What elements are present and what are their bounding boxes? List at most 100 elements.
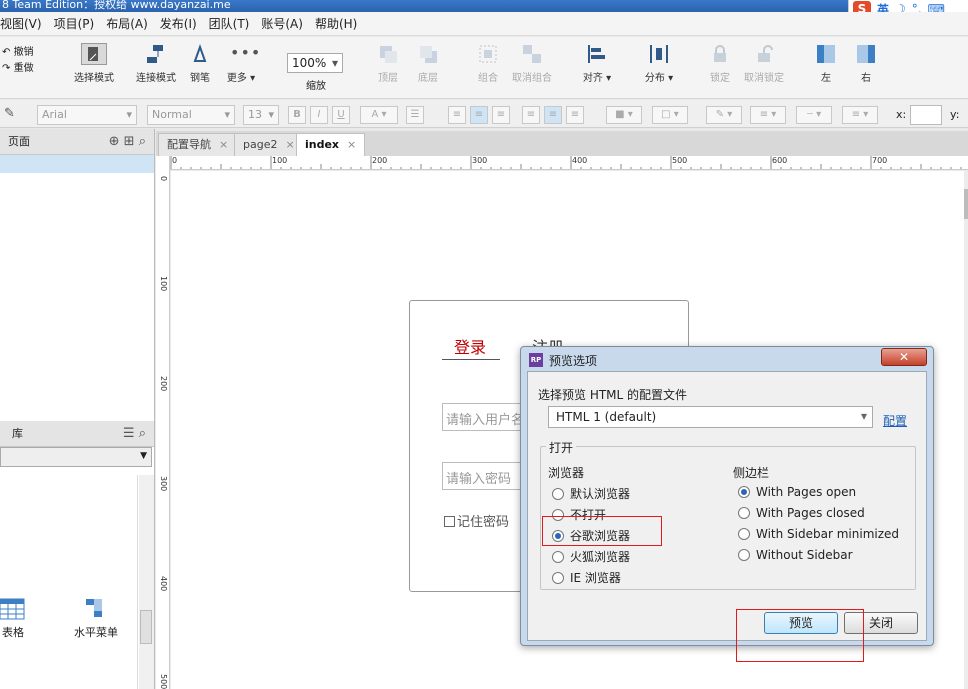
login-tab[interactable]: 登录 xyxy=(454,334,486,358)
format-toolbar: ✎ Arial Normal 13 B I U A ▾ ☰ ≡ ≡ ≡ ≡ ≡ … xyxy=(0,100,968,128)
font-color-button[interactable]: A ▾ xyxy=(360,106,398,124)
menu-layout[interactable]: 布局(A) xyxy=(100,15,154,32)
radio-icon xyxy=(552,488,564,500)
fill-color-button[interactable]: ■ ▾ xyxy=(606,106,642,124)
bring-to-top-button[interactable]: 顶层 xyxy=(376,43,400,84)
align-left-button[interactable]: ≡ xyxy=(448,106,466,124)
radio-firefox[interactable]: 火狐浏览器 xyxy=(552,548,630,565)
canvas-scrollbar[interactable] xyxy=(964,171,968,689)
style-paint-icon[interactable]: ✎ xyxy=(4,106,15,121)
line-style-button[interactable]: ┄ ▾ xyxy=(796,106,832,124)
distribute-button[interactable]: 分布 ▾ xyxy=(644,43,674,84)
more-button[interactable]: ••• 更多 ▾ xyxy=(226,43,262,84)
radio-pages-closed[interactable]: With Pages closed xyxy=(738,506,865,520)
library-select[interactable] xyxy=(0,447,152,467)
connect-mode-button[interactable]: 连接模式 xyxy=(134,43,178,84)
x-input[interactable] xyxy=(910,105,942,125)
close-icon[interactable]: × xyxy=(285,138,294,151)
add-page-icon[interactable]: ⊕ xyxy=(109,134,120,149)
search-icon[interactable]: ⌕ xyxy=(139,134,146,149)
login-tab-underline xyxy=(442,359,500,360)
line-color-button[interactable]: ✎ ▾ xyxy=(706,106,742,124)
valign-bottom-icon: ≡ xyxy=(570,109,580,120)
italic-button[interactable]: I xyxy=(310,106,328,124)
radio-icon xyxy=(738,507,750,519)
align-center-icon: ≡ xyxy=(474,109,484,120)
radio-sidebar-minimized[interactable]: With Sidebar minimized xyxy=(738,527,899,541)
line-width-button[interactable]: ≡ ▾ xyxy=(750,106,786,124)
config-select[interactable]: HTML 1 (default) xyxy=(548,406,873,428)
radio-ie[interactable]: IE 浏览器 xyxy=(552,569,621,586)
valign-middle-button[interactable]: ≡ xyxy=(544,106,562,124)
underline-button[interactable]: U xyxy=(332,106,350,124)
menu-account[interactable]: 账号(A) xyxy=(255,15,309,32)
scrollbar-thumb[interactable] xyxy=(140,610,152,644)
align-right-button[interactable]: ≡ xyxy=(492,106,510,124)
menu-help[interactable]: 帮助(H) xyxy=(309,15,363,32)
valign-top-button[interactable]: ≡ xyxy=(522,106,540,124)
ruler-label: 200 xyxy=(159,376,168,392)
close-icon[interactable]: × xyxy=(219,138,228,151)
tab-index[interactable]: index × xyxy=(296,133,366,156)
menu-icon[interactable]: ☰ xyxy=(123,426,135,441)
more-icon: ••• xyxy=(230,43,262,62)
remember-password-checkbox[interactable]: 记住密码 xyxy=(444,511,509,530)
radio-pages-open[interactable]: With Pages open xyxy=(738,485,856,499)
selected-page-row[interactable] xyxy=(0,155,154,173)
radio-default-browser[interactable]: 默认浏览器 xyxy=(552,485,630,502)
pages-title: 页面 xyxy=(8,135,30,148)
undo-button[interactable]: ↶ 撤销 xyxy=(2,45,34,61)
library-item-table[interactable]: 表格 xyxy=(0,597,28,640)
send-to-bottom-button[interactable]: 底层 xyxy=(416,43,440,84)
bold-button[interactable]: B xyxy=(288,106,306,124)
search-icon[interactable]: ⌕ xyxy=(139,426,146,441)
shadow-icon: □ ▾ xyxy=(661,109,679,120)
ruler-label: 300 xyxy=(159,476,168,492)
library-scrollbar[interactable] xyxy=(139,475,154,689)
lock-button[interactable]: 锁定 xyxy=(708,43,732,84)
unlock-button[interactable]: 取消锁定 xyxy=(744,43,784,84)
dialog-close-button[interactable]: ✕ xyxy=(881,348,927,366)
zoom-label: 缩放 xyxy=(306,81,326,92)
select-mode-button[interactable]: 选择模式 xyxy=(64,43,124,84)
zoom-select[interactable]: 100% ▾ xyxy=(287,53,343,73)
unlock-icon xyxy=(753,43,775,65)
menu-team[interactable]: 团队(T) xyxy=(203,15,256,32)
scrollbar-thumb[interactable] xyxy=(964,189,968,219)
close-icon[interactable]: × xyxy=(347,138,356,151)
font-family-select[interactable]: Arial xyxy=(37,105,137,125)
pen-button[interactable]: 钢笔 xyxy=(188,43,212,84)
font-style-select[interactable]: Normal xyxy=(147,105,235,125)
arrow-style-button[interactable]: ≡ ▾ xyxy=(842,106,878,124)
menu-project[interactable]: 项目(P) xyxy=(48,15,101,32)
highlight-box-preview xyxy=(736,609,864,662)
ruler-label: 700 xyxy=(872,156,888,165)
panel-left-icon xyxy=(815,43,837,65)
library-item-horizontal-menu[interactable]: 水平菜单 xyxy=(72,597,120,640)
bullet-list-button[interactable]: ☰ xyxy=(406,106,424,124)
dock-right-button[interactable]: 右 xyxy=(854,43,878,84)
menu-view[interactable]: 视图(V) xyxy=(0,15,48,32)
tab-page2[interactable]: page2 × xyxy=(234,133,304,156)
add-folder-icon[interactable]: ⊞ xyxy=(124,134,135,149)
ungroup-button[interactable]: 取消组合 xyxy=(512,43,552,84)
left-panel: 页面 ⊕ ⊞ ⌕ 库 ☰ ⌕ 表格 水平菜单 xyxy=(0,129,155,689)
ruler-label: 500 xyxy=(672,156,688,165)
vertical-ruler: 0 100 200 300 400 500 xyxy=(156,156,170,689)
align-center-button[interactable]: ≡ xyxy=(470,106,488,124)
window-title: 8 Team Edition：授权给 www.dayanzai.me xyxy=(2,0,231,11)
tab-config-nav[interactable]: 配置导航 × xyxy=(158,133,238,156)
group-button[interactable]: 组合 xyxy=(476,43,500,84)
align-button[interactable]: 对齐 ▾ xyxy=(582,43,612,84)
pen-icon xyxy=(189,43,211,65)
font-size-select[interactable]: 13 xyxy=(243,105,279,125)
redo-button[interactable]: ↷ 重做 xyxy=(2,61,34,77)
config-link[interactable]: 配置 xyxy=(883,412,907,429)
menu-bar: 视图(V) 项目(P) 布局(A) 发布(I) 团队(T) 账号(A) 帮助(H… xyxy=(0,12,968,36)
ruler-label: 200 xyxy=(372,156,388,165)
shadow-button[interactable]: □ ▾ xyxy=(652,106,688,124)
radio-without-sidebar[interactable]: Without Sidebar xyxy=(738,548,853,562)
valign-bottom-button[interactable]: ≡ xyxy=(566,106,584,124)
menu-publish[interactable]: 发布(I) xyxy=(154,15,203,32)
dock-left-button[interactable]: 左 xyxy=(814,43,838,84)
